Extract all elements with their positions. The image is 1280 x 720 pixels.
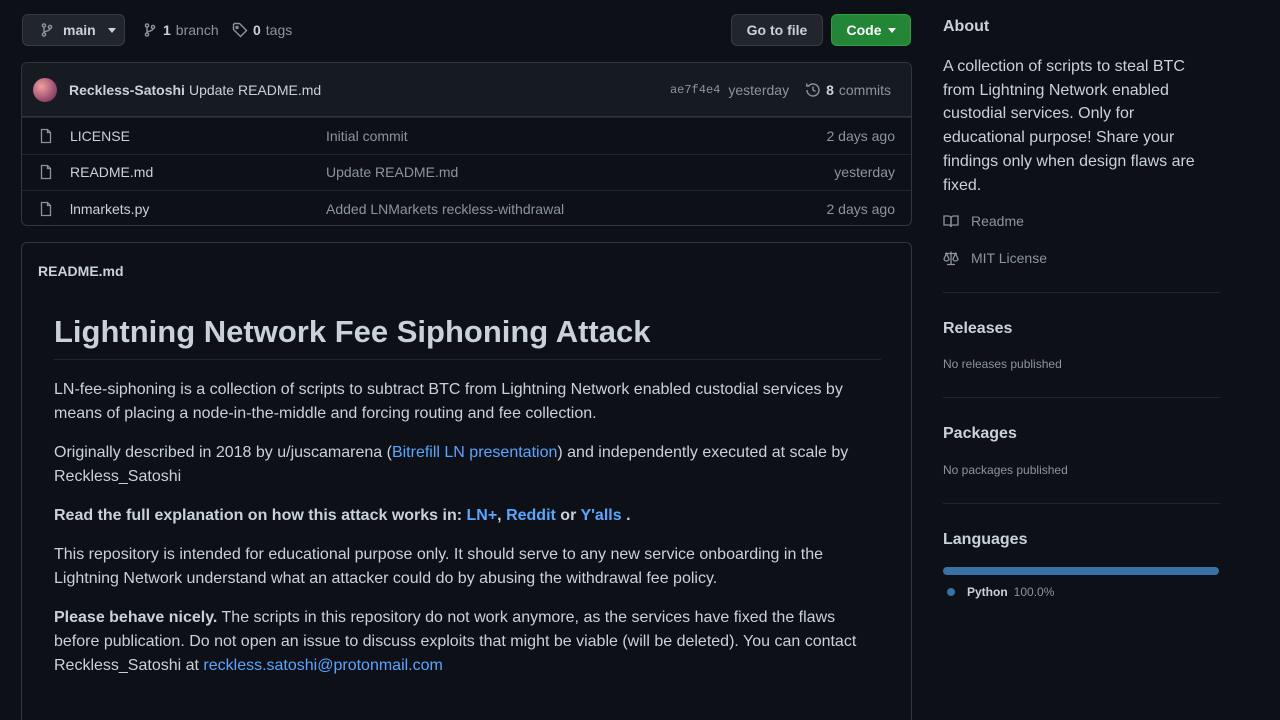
languages-heading: Languages [943,531,1028,548]
branch-selector-button[interactable]: main [22,14,125,46]
file-name[interactable]: LICENSE [70,128,130,144]
readme-paragraph: Originally described in 2018 by u/juscam… [54,441,881,489]
tags-link[interactable]: 0 tags [232,22,292,38]
about-heading: About [943,18,990,35]
file-row[interactable]: LICENSE Initial commit 2 days ago [22,117,911,154]
tag-count: 0 [253,22,261,38]
git-branch-icon [39,22,55,38]
avatar[interactable] [33,77,57,102]
language-item[interactable]: Python 100.0% [947,585,1054,599]
readme-title: Lightning Network Fee Siphoning Attack [54,313,881,360]
branch-name: main [63,22,96,38]
latest-commit-bar: Reckless-Satoshi Update README.md ae7f4e… [22,63,911,117]
code-button-label: Code [846,22,882,38]
file-icon [38,164,54,180]
readme-body: Lightning Network Fee Siphoning Attack L… [54,313,881,693]
reddit-link[interactable]: Reddit [506,507,556,524]
readme-paragraph: Read the full explanation on how this at… [54,504,881,528]
language-name: Python [967,585,1008,599]
packages-empty-text: No packages published [943,463,1068,477]
file-commit-message[interactable]: Initial commit [326,128,408,144]
branch-count-label: branch [175,22,219,38]
commit-sha[interactable]: ae7f4e4 [670,83,720,97]
file-icon [38,128,54,144]
commit-count-label: commits [838,82,891,98]
yalls-link[interactable]: Y'alls [580,507,621,524]
file-commit-message[interactable]: Added LNMarkets reckless-withdrawal [326,201,564,217]
language-bar [943,567,1219,575]
readme-text: Read the full explanation on how this at… [54,507,467,524]
license-link-label: MIT License [971,250,1047,266]
git-branch-icon [142,22,158,38]
commit-time: yesterday [728,82,790,98]
readme-link[interactable]: Readme [943,213,1024,229]
tag-count-label: tags [265,22,293,38]
file-icon [38,201,54,217]
readme-text: or [555,507,581,524]
branch-count: 1 [163,22,171,38]
code-button[interactable]: Code [831,14,911,46]
readme-text: Please behave nicely. [54,609,218,626]
file-row[interactable]: README.md Update README.md yesterday [22,153,911,191]
readme-text: , [497,507,507,524]
file-commit-time: yesterday [834,164,895,181]
packages-heading[interactable]: Packages [943,425,1017,443]
email-link[interactable]: reckless.satoshi@protonmail.com [203,657,442,674]
file-name[interactable]: lnmarkets.py [70,201,149,217]
commits-history-link[interactable]: 8 commits [805,82,891,98]
file-browser: Reckless-Satoshi Update README.md ae7f4e… [21,62,912,226]
divider [943,397,1220,398]
about-description: A collection of scripts to steal BTC fro… [943,58,1195,194]
bitrefill-presentation-link[interactable]: Bitrefill LN presentation [392,444,557,461]
readme-link-label: Readme [971,213,1024,229]
divider [943,292,1220,293]
history-icon [805,82,821,98]
branches-link[interactable]: 1 branch [142,22,219,38]
divider [943,503,1220,504]
commit-author[interactable]: Reckless-Satoshi [69,82,185,98]
lnplus-link[interactable]: LN+ [467,507,498,524]
chevron-down-icon [107,27,116,33]
commit-count: 8 [826,82,834,98]
file-row[interactable]: lnmarkets.py Added LNMarkets reckless-wi… [22,190,911,225]
law-icon [943,250,959,266]
readme-paragraph: LN-fee-siphoning is a collection of scri… [54,381,843,422]
language-color-dot [947,588,955,596]
go-to-file-button[interactable]: Go to file [731,14,823,46]
readme-header[interactable]: README.md [38,263,124,279]
file-commit-time: 2 days ago [826,127,896,144]
readme-text: . [621,507,631,524]
file-name[interactable]: README.md [70,164,153,180]
readme-panel: README.md Lightning Network Fee Siphonin… [21,242,912,720]
releases-empty-text: No releases published [943,357,1062,371]
book-icon [943,213,959,229]
readme-text: Originally described in 2018 by u/juscam… [54,444,392,461]
releases-heading[interactable]: Releases [943,320,1012,338]
tag-icon [232,22,248,38]
language-percent: 100.0% [1013,585,1055,599]
readme-paragraph: This repository is intended for educatio… [54,546,824,587]
chevron-down-icon [887,27,896,33]
readme-paragraph: Please behave nicely. The scripts in thi… [54,606,881,678]
commit-message[interactable]: Update README.md [189,82,321,98]
license-link[interactable]: MIT License [943,250,1047,266]
file-commit-time: 2 days ago [826,200,896,217]
file-commit-message[interactable]: Update README.md [326,164,458,180]
